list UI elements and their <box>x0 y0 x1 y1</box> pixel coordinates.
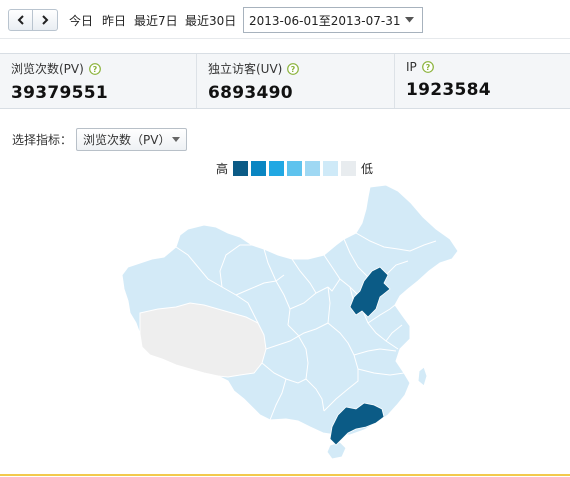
prev-period-button[interactable] <box>8 9 33 31</box>
stat-uv-value: 6893490 <box>208 83 293 103</box>
help-icon[interactable]: ? <box>421 61 434 73</box>
chevron-left-icon <box>17 15 24 25</box>
metric-select-value: 浏览次数（PV） <box>83 133 171 147</box>
quick-range-yesterday[interactable]: 昨日 <box>102 12 126 29</box>
legend-swatches <box>233 161 357 176</box>
metric-selector-label: 选择指标： <box>12 133 73 147</box>
legend-swatch <box>251 161 267 176</box>
stat-pv-label-row: 浏览次数(PV) ? <box>11 60 196 77</box>
quick-range-last-7-days[interactable]: 最近7日 <box>134 12 178 29</box>
stat-ip-value: 1923584 <box>406 80 491 100</box>
stat-pv: 浏览次数(PV) ? 39379551 <box>0 54 197 108</box>
help-icon[interactable]: ? <box>88 62 101 75</box>
legend-swatch <box>269 161 285 176</box>
date-toolbar: 今日 昨日 最近7日 最近30日 2013-06-01至2013-07-31 <box>0 0 570 38</box>
china-map <box>118 183 462 461</box>
quick-range-last-30-days[interactable]: 最近30日 <box>185 12 236 29</box>
stat-uv: 独立访客(UV) ? 6893490 <box>197 54 395 108</box>
legend-swatch <box>323 161 339 176</box>
svg-text:?: ? <box>291 65 296 74</box>
legend-swatch <box>287 161 303 176</box>
svg-text:?: ? <box>425 63 430 72</box>
stat-ip-label: IP <box>406 60 417 74</box>
map-region-taiwan[interactable] <box>417 366 428 387</box>
chevron-right-icon <box>42 15 49 25</box>
stat-uv-label-row: 独立访客(UV) ? <box>208 60 394 77</box>
stat-uv-label: 独立访客(UV) <box>208 62 283 76</box>
caret-down-icon <box>405 17 414 23</box>
metric-selector-row: 选择指标： 浏览次数（PV） <box>12 128 188 151</box>
stat-pv-label: 浏览次数(PV) <box>11 62 84 76</box>
legend-high-label: 高 <box>216 162 229 176</box>
legend-swatch <box>233 161 249 176</box>
map-legend: 高 低 <box>216 160 373 177</box>
stat-pv-value: 39379551 <box>11 83 109 103</box>
legend-swatch <box>341 161 357 176</box>
quick-range-today[interactable]: 今日 <box>69 12 93 29</box>
svg-text:?: ? <box>92 65 97 74</box>
next-period-button[interactable] <box>33 9 58 31</box>
stat-ip: IP ? 1923584 <box>395 54 570 108</box>
legend-low-label: 低 <box>361 162 374 176</box>
stats-bar: 浏览次数(PV) ? 39379551 独立访客(UV) ? 6893490 I… <box>0 53 570 109</box>
caret-down-icon <box>172 137 181 142</box>
toolbar-divider <box>0 38 570 39</box>
help-icon[interactable]: ? <box>287 62 300 75</box>
bottom-accent-line <box>0 474 570 476</box>
metric-select[interactable]: 浏览次数（PV） <box>76 128 188 151</box>
stat-ip-label-row: IP ? <box>406 60 570 74</box>
date-range-picker[interactable]: 2013-06-01至2013-07-31 <box>243 7 423 33</box>
legend-swatch <box>305 161 321 176</box>
china-map-svg <box>121 184 459 460</box>
date-range-value: 2013-06-01至2013-07-31 <box>249 13 401 28</box>
